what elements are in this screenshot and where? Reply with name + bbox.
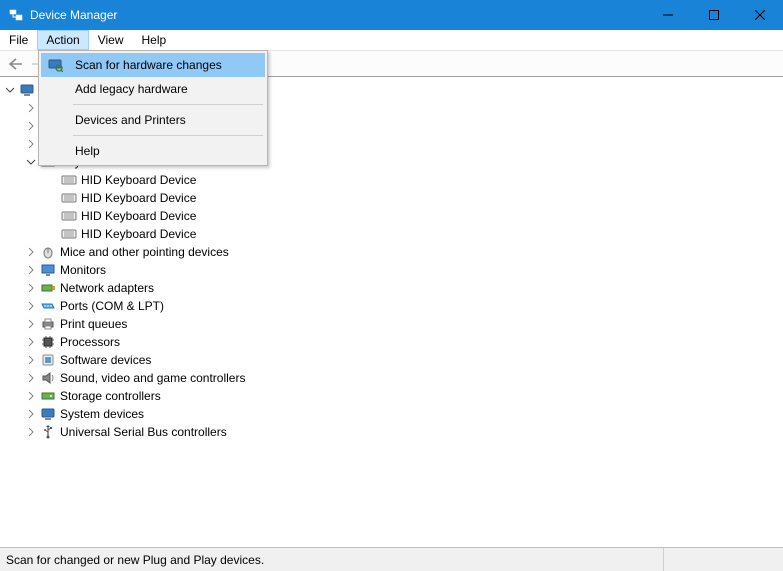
network-icon: [40, 280, 56, 296]
tree-item-label: Ports (COM & LPT): [60, 297, 164, 315]
sound-icon: [40, 370, 56, 386]
back-button[interactable]: [4, 53, 26, 75]
menu-help[interactable]: Help: [133, 30, 176, 50]
expand-icon[interactable]: [25, 120, 37, 132]
no-expand: [46, 210, 58, 222]
expand-icon[interactable]: [25, 300, 37, 312]
keyboard-icon: [61, 226, 77, 242]
tree-item-software-devices[interactable]: Software devices: [0, 351, 783, 369]
tree-item-label: System devices: [60, 405, 144, 423]
tree-item-network[interactable]: Network adapters: [0, 279, 783, 297]
monitor-icon: [40, 262, 56, 278]
tree-item-ports[interactable]: Ports (COM & LPT): [0, 297, 783, 315]
expand-icon[interactable]: [25, 354, 37, 366]
menu-item-add-legacy[interactable]: Add legacy hardware: [41, 77, 265, 101]
menu-bar: File Action View Help: [0, 30, 783, 50]
storage-icon: [40, 388, 56, 404]
expand-icon[interactable]: [25, 336, 37, 348]
tree-item-keyboard-device[interactable]: HID Keyboard Device: [0, 171, 783, 189]
software-icon: [40, 352, 56, 368]
tree-item-label: HID Keyboard Device: [81, 189, 196, 207]
expand-icon[interactable]: [25, 102, 37, 114]
expand-icon[interactable]: [25, 408, 37, 420]
collapse-icon[interactable]: [4, 84, 16, 96]
tree-item-label: Monitors: [60, 261, 106, 279]
tree-item-label: Storage controllers: [60, 387, 161, 405]
tree-item-label: Processors: [60, 333, 120, 351]
tree-item-label: Sound, video and game controllers: [60, 369, 245, 387]
expand-icon[interactable]: [25, 264, 37, 276]
tree-item-label: Mice and other pointing devices: [60, 243, 229, 261]
usb-icon: [40, 424, 56, 440]
status-bar: Scan for changed or new Plug and Play de…: [0, 547, 783, 571]
computer-icon: [19, 82, 35, 98]
tree-item-label: HID Keyboard Device: [81, 207, 196, 225]
tree-item-keyboard-device[interactable]: HID Keyboard Device: [0, 207, 783, 225]
tree-item-label: Software devices: [60, 351, 151, 369]
expand-icon[interactable]: [25, 318, 37, 330]
expand-icon[interactable]: [25, 390, 37, 402]
tree-item-keyboard-device[interactable]: HID Keyboard Device: [0, 225, 783, 243]
menu-action[interactable]: Action: [37, 30, 88, 50]
menu-separator: [73, 104, 263, 105]
tree-item-label: Network adapters: [60, 279, 154, 297]
menu-item-scan-hardware[interactable]: Scan for hardware changes: [41, 53, 265, 77]
menu-item-label: Scan for hardware changes: [75, 58, 222, 72]
menu-separator: [73, 135, 263, 136]
printer-icon: [40, 316, 56, 332]
tree-item-label: HID Keyboard Device: [81, 225, 196, 243]
expand-icon[interactable]: [25, 426, 37, 438]
menu-item-label: Help: [75, 144, 100, 158]
tree-item-keyboard-device[interactable]: HID Keyboard Device: [0, 189, 783, 207]
action-dropdown: Scan for hardware changes Add legacy har…: [38, 50, 268, 166]
expand-icon[interactable]: [25, 138, 37, 150]
tree-item-processors[interactable]: Processors: [0, 333, 783, 351]
collapse-icon[interactable]: [25, 156, 37, 168]
close-button[interactable]: [737, 0, 783, 30]
menu-file[interactable]: File: [0, 30, 37, 50]
menu-item-label: Add legacy hardware: [75, 82, 188, 96]
keyboard-icon: [61, 190, 77, 206]
tree-item-monitors[interactable]: Monitors: [0, 261, 783, 279]
scan-icon: [46, 56, 64, 74]
tree-item-sound[interactable]: Sound, video and game controllers: [0, 369, 783, 387]
tree-item-label: Universal Serial Bus controllers: [60, 423, 227, 441]
tree-item-system-devices[interactable]: System devices: [0, 405, 783, 423]
tree-item-mice[interactable]: Mice and other pointing devices: [0, 243, 783, 261]
app-icon: [8, 7, 24, 23]
menu-item-label: Devices and Printers: [75, 113, 186, 127]
menu-item-devices-printers[interactable]: Devices and Printers: [41, 108, 265, 132]
status-cell: [663, 548, 783, 571]
maximize-button[interactable]: [691, 0, 737, 30]
tree-item-label: HID Keyboard Device: [81, 171, 196, 189]
expand-icon[interactable]: [25, 282, 37, 294]
tree-item-print-queues[interactable]: Print queues: [0, 315, 783, 333]
menu-view[interactable]: View: [89, 30, 133, 50]
system-icon: [40, 406, 56, 422]
keyboard-icon: [61, 172, 77, 188]
title-bar: Device Manager: [0, 0, 783, 30]
menu-item-help[interactable]: Help: [41, 139, 265, 163]
no-expand: [46, 192, 58, 204]
processor-icon: [40, 334, 56, 350]
no-expand: [46, 228, 58, 240]
expand-icon[interactable]: [25, 372, 37, 384]
status-text: Scan for changed or new Plug and Play de…: [6, 553, 663, 567]
tree-item-label: Print queues: [60, 315, 127, 333]
no-expand: [46, 174, 58, 186]
ports-icon: [40, 298, 56, 314]
mouse-icon: [40, 244, 56, 260]
expand-icon[interactable]: [25, 246, 37, 258]
tree-item-storage[interactable]: Storage controllers: [0, 387, 783, 405]
minimize-button[interactable]: [645, 0, 691, 30]
keyboard-icon: [61, 208, 77, 224]
window-title: Device Manager: [30, 8, 645, 22]
tree-item-usb[interactable]: Universal Serial Bus controllers: [0, 423, 783, 441]
